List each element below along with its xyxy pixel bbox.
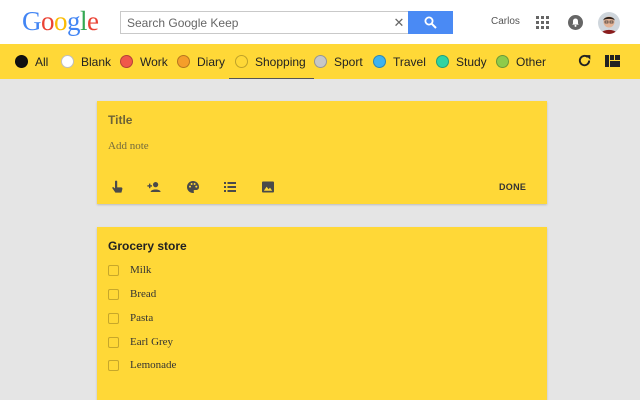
list-item: Milk <box>108 262 151 278</box>
refresh-icon[interactable] <box>577 53 592 68</box>
logo-letter: o <box>41 6 55 36</box>
list-item-text: Pasta <box>130 312 154 324</box>
list-item: Lemonade <box>108 357 176 373</box>
label-filter-text: Work <box>140 54 168 69</box>
label-filter-text: Sport <box>334 54 363 69</box>
label-filter-diary[interactable]: Diary <box>177 44 225 79</box>
list-item-checkbox[interactable] <box>108 359 119 371</box>
label-filter-text: Study <box>456 54 487 69</box>
label-filter-text: Other <box>516 54 547 69</box>
color-dot-icon <box>373 55 386 68</box>
list-item-checkbox[interactable] <box>108 312 119 324</box>
image-icon[interactable] <box>261 180 275 194</box>
label-filter-all[interactable]: All <box>15 44 48 79</box>
palette-icon[interactable] <box>186 180 200 194</box>
list-item-text: Earl Grey <box>130 336 174 348</box>
checklist-icon[interactable] <box>223 180 237 194</box>
logo-letter: g <box>67 6 81 36</box>
color-dot-icon <box>177 55 190 68</box>
label-filter-text: Travel <box>393 54 426 69</box>
note-title-input[interactable]: Title <box>108 113 132 127</box>
remind-me-icon[interactable] <box>110 180 124 194</box>
color-dot-icon <box>120 55 133 68</box>
color-dot-icon <box>314 55 327 68</box>
logo-letter: o <box>54 6 68 36</box>
apps-grid-icon[interactable] <box>536 16 549 29</box>
new-note-card[interactable]: Title Add note <box>97 101 547 204</box>
list-item-checkbox[interactable] <box>108 264 119 276</box>
label-filter-text: Diary <box>197 54 226 69</box>
label-filter-sport[interactable]: Sport <box>314 44 363 79</box>
search-box: ✕ <box>120 11 453 34</box>
list-item: Earl Grey <box>108 334 173 350</box>
color-dot-icon <box>235 55 248 68</box>
grid-view-icon[interactable] <box>605 55 620 67</box>
label-filter-work[interactable]: Work <box>120 44 168 79</box>
notifications-bell-icon[interactable] <box>568 15 583 30</box>
user-name[interactable]: Carlos <box>491 16 520 27</box>
label-filter-travel[interactable]: Travel <box>373 44 426 79</box>
google-logo[interactable]: Google <box>22 6 99 37</box>
list-item-checkbox[interactable] <box>108 336 119 348</box>
label-filter-blank[interactable]: Blank <box>61 44 111 79</box>
label-filter-bar: All Blank Work Diary Shopping Sport Trav… <box>0 44 640 79</box>
list-item-checkbox[interactable] <box>108 288 119 300</box>
color-dot-icon <box>496 55 509 68</box>
logo-letter: l <box>80 6 88 36</box>
label-filter-text: Shopping <box>255 54 306 69</box>
search-button[interactable] <box>408 11 453 34</box>
app-header: Google ✕ Carlos <box>0 0 640 44</box>
avatar[interactable] <box>598 12 620 34</box>
list-item-text: Bread <box>130 288 157 300</box>
collaborator-add-icon[interactable] <box>147 180 161 194</box>
note-body-input[interactable]: Add note <box>108 140 149 152</box>
color-dot-icon <box>61 55 74 68</box>
list-item-text: Lemonade <box>130 359 177 371</box>
label-filter-text: Blank <box>81 54 112 69</box>
label-filter-study[interactable]: Study <box>436 44 487 79</box>
logo-letter: G <box>22 6 42 36</box>
search-input[interactable] <box>121 12 391 33</box>
list-item: Pasta <box>108 310 153 326</box>
checklist-note-card[interactable]: Grocery store Milk Bread Pasta Earl Grey… <box>97 227 547 400</box>
color-dot-icon <box>436 55 449 68</box>
label-filter-other[interactable]: Other <box>496 44 546 79</box>
note-title: Grocery store <box>108 239 187 253</box>
clear-search-icon[interactable]: ✕ <box>391 13 407 32</box>
label-filter-text: All <box>35 54 49 69</box>
list-item-text: Milk <box>130 264 152 276</box>
logo-letter: e <box>87 6 99 36</box>
color-dot-icon <box>15 55 28 68</box>
search-icon <box>424 16 437 29</box>
done-button[interactable]: DONE <box>499 182 526 192</box>
list-item: Bread <box>108 286 156 302</box>
label-filter-shopping[interactable]: Shopping <box>229 44 314 79</box>
